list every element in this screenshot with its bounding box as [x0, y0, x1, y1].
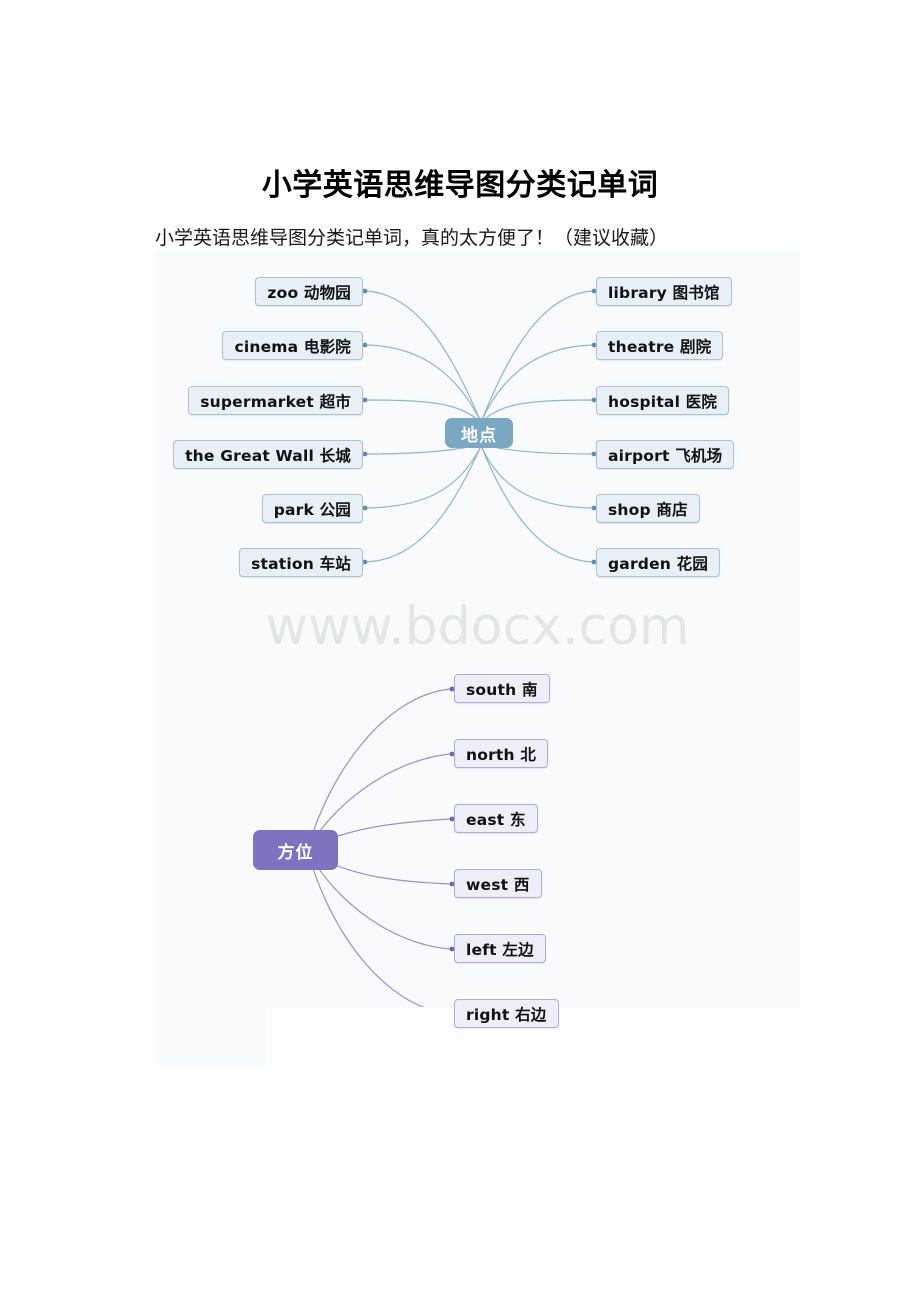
- node-airport[interactable]: airport 飞机场: [596, 440, 735, 469]
- mindmap-nodes: 地点 zoo 动物园 cinema 电影院 supermarket 超市 the…: [155, 252, 800, 1065]
- node-west[interactable]: west 西: [454, 869, 542, 898]
- node-station[interactable]: station 车站: [239, 548, 363, 577]
- node-garden[interactable]: garden 花园: [596, 548, 721, 577]
- node-left[interactable]: left 左边: [454, 934, 546, 963]
- node-shop[interactable]: shop 商店: [596, 494, 700, 523]
- node-park[interactable]: park 公园: [261, 494, 363, 523]
- node-theatre[interactable]: theatre 剧院: [596, 331, 724, 360]
- mindmap-figure: www.bdocx.com 地点 zoo 动物园 cinema 电影院 supe…: [155, 252, 800, 1065]
- center-node-places[interactable]: 地点: [445, 418, 513, 448]
- node-east[interactable]: east 东: [454, 804, 538, 833]
- document-page: 小学英语思维导图分类记单词 小学英语思维导图分类记单词，真的太方便了！（建议收藏…: [0, 0, 920, 1302]
- node-hospital[interactable]: hospital 医院: [596, 386, 730, 415]
- node-supermarket[interactable]: supermarket 超市: [188, 386, 363, 415]
- page-title: 小学英语思维导图分类记单词: [261, 169, 659, 203]
- page-subtitle: 小学英语思维导图分类记单词，真的太方便了！（建议收藏）: [155, 228, 669, 249]
- node-great-wall[interactable]: the Great Wall 长城: [173, 440, 363, 469]
- node-cinema[interactable]: cinema 电影院: [222, 331, 363, 360]
- node-right[interactable]: right 右边: [454, 999, 559, 1028]
- node-library[interactable]: library 图书馆: [596, 277, 732, 306]
- node-south[interactable]: south 南: [454, 674, 550, 703]
- center-node-directions[interactable]: 方位: [253, 830, 338, 870]
- node-zoo[interactable]: zoo 动物园: [255, 277, 363, 306]
- node-north[interactable]: north 北: [454, 739, 549, 768]
